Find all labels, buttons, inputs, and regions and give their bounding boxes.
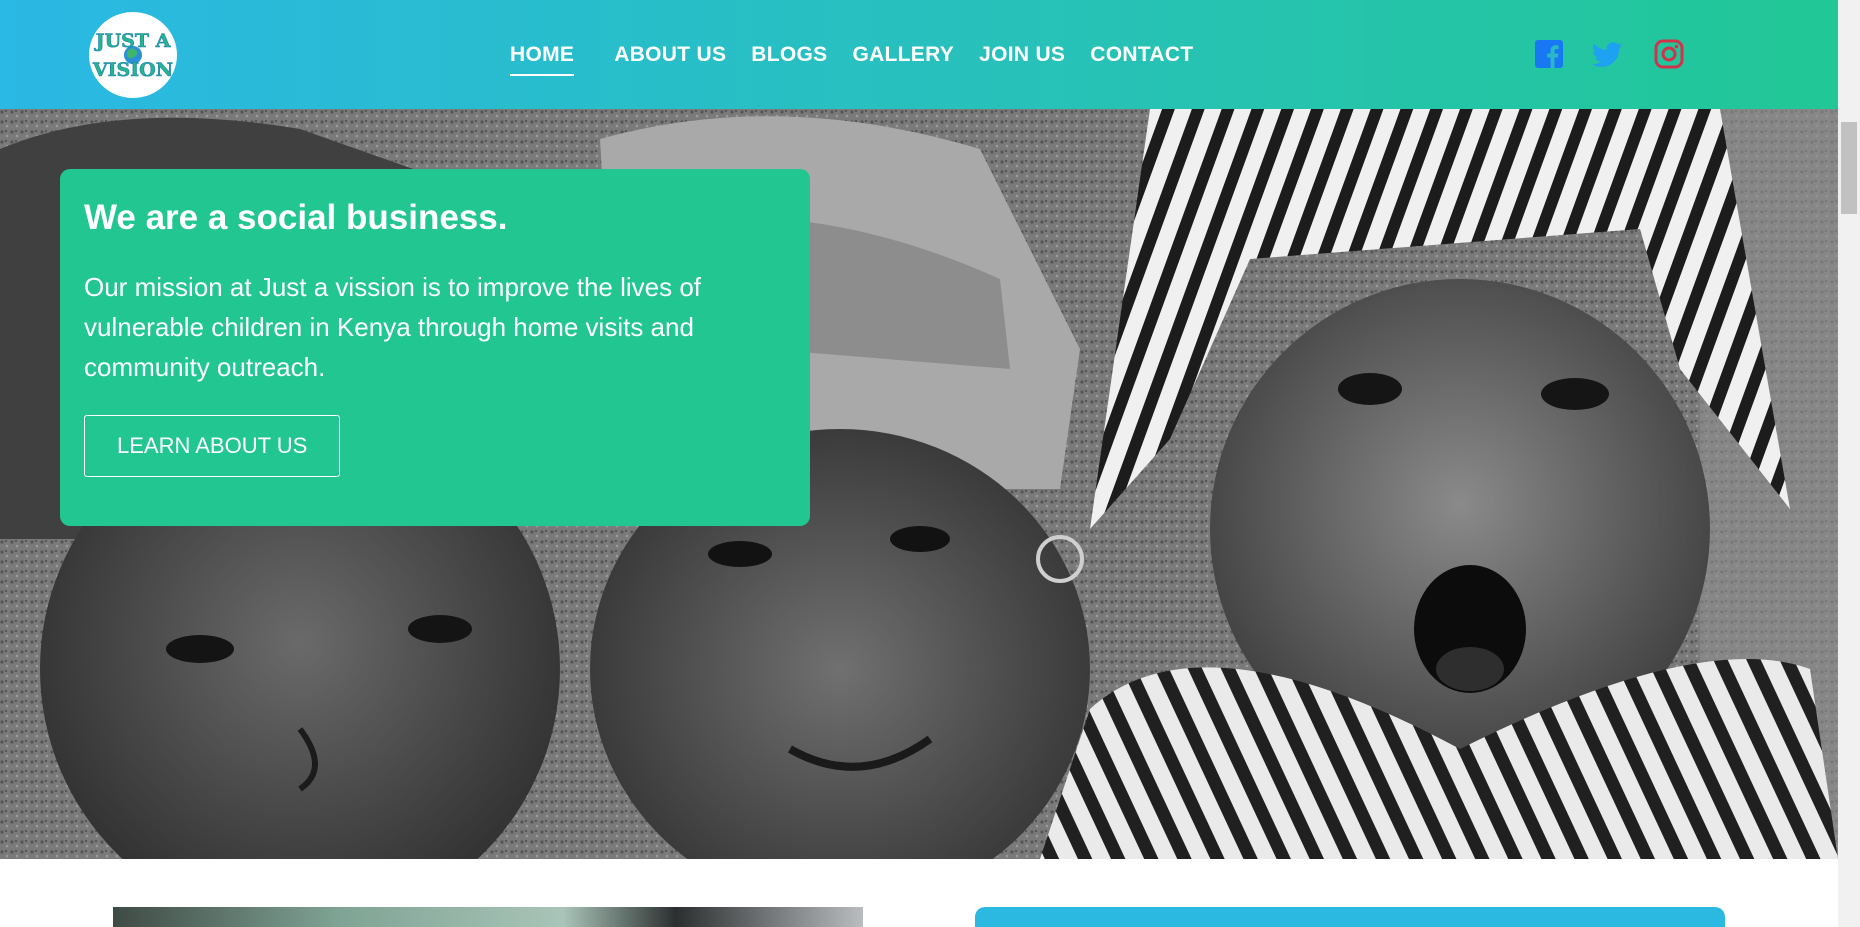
logo-line1: JUST A	[94, 30, 171, 52]
main-nav: HOME ABOUT US BLOGS GALLERY JOIN US CONT…	[510, 0, 1218, 109]
nav-blogs[interactable]: BLOGS	[751, 43, 827, 67]
hero-title: We are a social business.	[84, 198, 508, 237]
hero-section: We are a social business. Our mission at…	[0, 109, 1838, 859]
nav-contact[interactable]: CONTACT	[1090, 43, 1193, 67]
scrollbar-thumb[interactable]	[1841, 122, 1857, 214]
hero-card: We are a social business. Our mission at…	[60, 169, 810, 526]
learn-about-us-button[interactable]: LEARN ABOUT US	[84, 415, 341, 477]
nav-gallery[interactable]: GALLERY	[852, 43, 954, 67]
facebook-icon[interactable]	[1533, 38, 1565, 70]
nav-home[interactable]: HOME	[510, 43, 575, 76]
hero-description: Our mission at Just a vission is to impr…	[84, 272, 702, 382]
scrollbar[interactable]	[1838, 0, 1860, 927]
info-card	[975, 907, 1725, 927]
instagram-icon[interactable]	[1653, 38, 1685, 70]
content-image	[113, 907, 863, 927]
site-header: JUST A VISION HOME ABOUT US BLOGS GALLER…	[0, 0, 1838, 109]
twitter-icon[interactable]	[1591, 38, 1623, 70]
nav-about-us[interactable]: ABOUT US	[614, 43, 726, 67]
logo-line2: VISION	[92, 59, 173, 81]
nav-join-us[interactable]: JOIN US	[979, 43, 1065, 67]
logo[interactable]: JUST A VISION	[89, 12, 177, 98]
